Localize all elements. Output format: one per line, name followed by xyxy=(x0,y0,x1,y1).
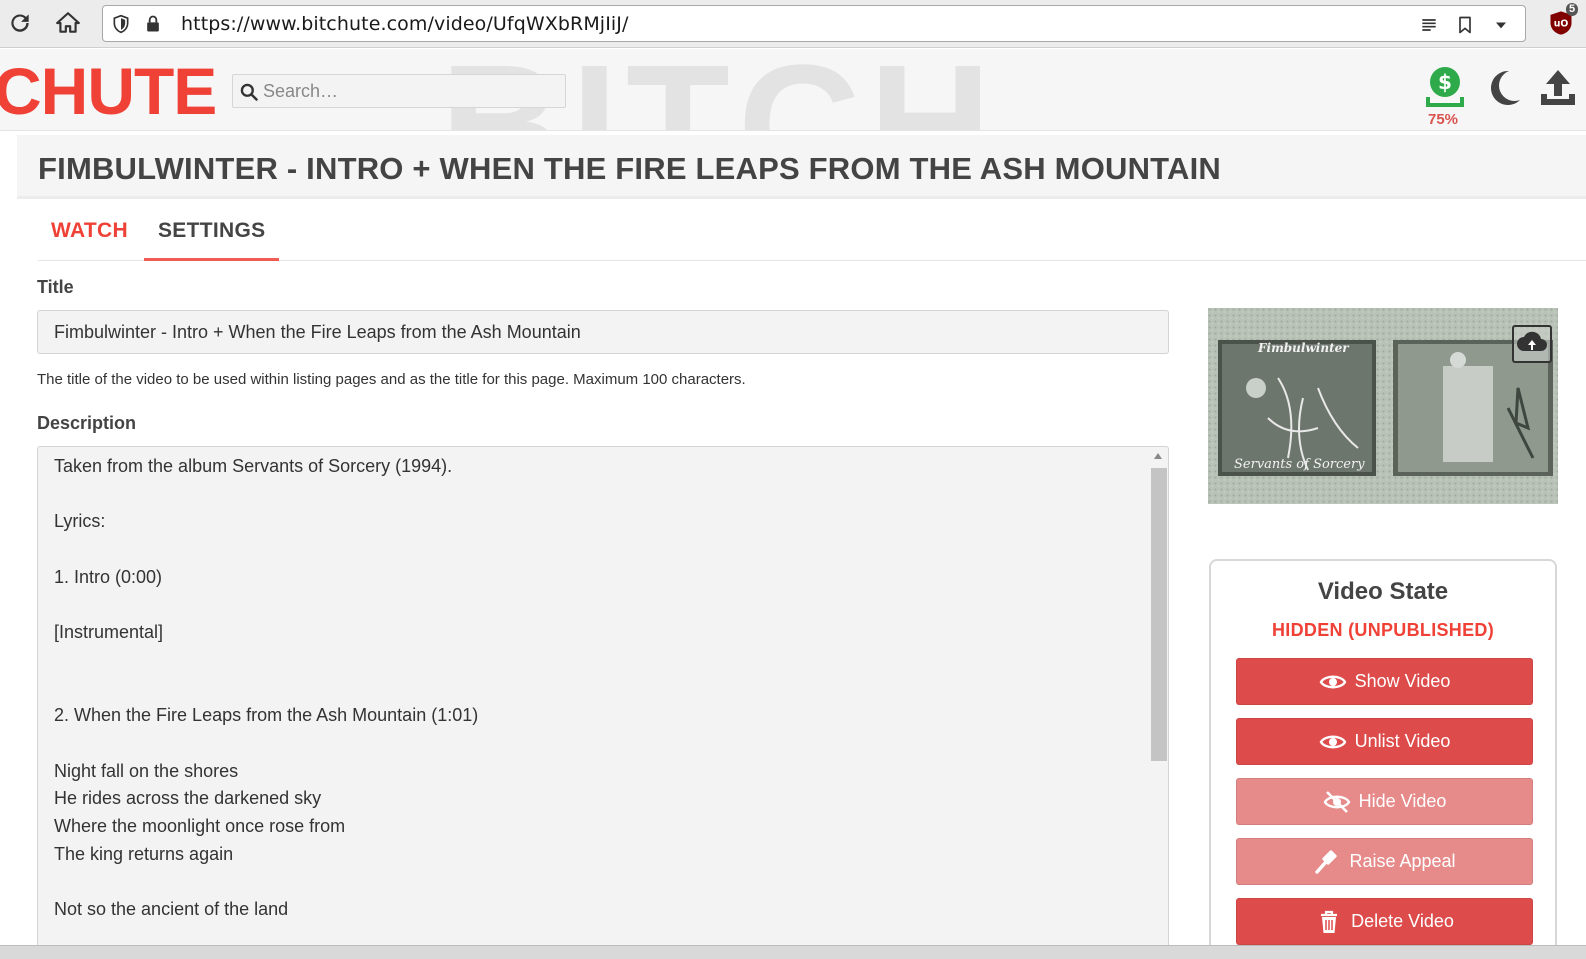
shield-icon xyxy=(113,14,129,34)
hide-video-button[interactable]: Hide Video xyxy=(1236,778,1533,825)
svg-text:uO: uO xyxy=(1554,19,1569,30)
tip-percentage: 75% xyxy=(1428,111,1459,128)
search-box[interactable] xyxy=(232,74,566,108)
description-textarea[interactable]: Taken from the album Servants of Sorcery… xyxy=(37,446,1169,959)
tab-settings[interactable]: SETTINGS xyxy=(158,219,265,243)
change-thumbnail-button[interactable] xyxy=(1512,325,1552,363)
gavel-icon xyxy=(1315,849,1338,874)
site-logo[interactable]: CHUTE xyxy=(0,53,217,129)
video-thumbnail: Fimbulwinter Servants of Sorcery xyxy=(1208,308,1558,504)
tab-bar: WATCH SETTINGS xyxy=(38,215,1586,261)
show-video-button[interactable]: Show Video xyxy=(1236,658,1533,705)
description-text[interactable]: Taken from the album Servants of Sorcery… xyxy=(54,453,1134,924)
video-state-status: HIDDEN (UNPUBLISHED) xyxy=(1272,620,1494,640)
tip-money-icon[interactable]: $ xyxy=(1425,66,1465,110)
cloud-upload-icon xyxy=(1517,331,1547,351)
title-help-text: The title of the video to be used within… xyxy=(37,371,746,388)
raise-appeal-label: Raise Appeal xyxy=(1349,851,1456,871)
unlist-video-button[interactable]: Unlist Video xyxy=(1236,718,1533,765)
raise-appeal-button[interactable]: Raise Appeal xyxy=(1236,838,1533,885)
thumbnail-album-subtitle: Servants of Sorcery xyxy=(1234,457,1365,472)
bookmark-icon[interactable] xyxy=(1455,15,1475,35)
url-text: https://www.bitchute.com/video/UfqWXbRMj… xyxy=(181,13,629,35)
tab-watch[interactable]: WATCH xyxy=(51,219,128,243)
thumbnail-artwork: Fimbulwinter Servants of Sorcery xyxy=(1208,308,1558,504)
scroll-thumb[interactable] xyxy=(1151,468,1167,761)
show-video-label: Show Video xyxy=(1354,671,1451,691)
scroll-up-arrow[interactable] xyxy=(1154,453,1162,459)
moon-icon[interactable] xyxy=(1483,68,1523,108)
page-title: FIMBULWINTER - INTRO + WHEN THE FIRE LEA… xyxy=(38,151,1222,186)
delete-video-label: Delete Video xyxy=(1351,911,1454,931)
description-scrollbar[interactable] xyxy=(1149,448,1167,959)
title-input[interactable] xyxy=(37,310,1169,354)
active-tab-indicator xyxy=(144,258,279,261)
hide-video-label: Hide Video xyxy=(1358,791,1447,811)
address-bar[interactable]: https://www.bitchute.com/video/UfqWXbRMj… xyxy=(102,5,1526,42)
reload-button[interactable] xyxy=(2,6,38,40)
dropdown-icon[interactable] xyxy=(1491,15,1511,35)
description-label: Description xyxy=(37,413,137,433)
video-state-heading: Video State xyxy=(1317,578,1449,605)
upload-icon[interactable] xyxy=(1537,68,1579,108)
lock-icon xyxy=(147,15,159,32)
eye-icon xyxy=(1319,735,1347,748)
title-bar: FIMBULWINTER - INTRO + WHEN THE FIRE LEA… xyxy=(17,135,1586,199)
thumbnail-album-text: Fimbulwinter xyxy=(1257,341,1350,355)
site-header: BITCH CHUTE $ 75% xyxy=(0,49,1586,131)
browser-toolbar: https://www.bitchute.com/video/UfqWXbRMj… xyxy=(0,0,1586,48)
home-button[interactable] xyxy=(50,6,86,40)
eye-slash-icon xyxy=(1323,790,1351,813)
svg-text:$: $ xyxy=(1438,70,1452,94)
trash-icon xyxy=(1321,910,1338,933)
video-state-panel: Video State HIDDEN (UNPUBLISHED) Show Vi… xyxy=(1209,559,1557,959)
extension-badge: 5 xyxy=(1566,3,1579,16)
unlist-video-label: Unlist Video xyxy=(1354,731,1451,751)
home-icon xyxy=(56,12,80,33)
search-input[interactable] xyxy=(263,79,553,103)
delete-video-button[interactable]: Delete Video xyxy=(1236,898,1533,945)
eye-icon xyxy=(1319,675,1347,688)
search-icon xyxy=(240,83,258,101)
reload-icon xyxy=(11,14,29,32)
title-label: Title xyxy=(37,277,74,297)
reader-view-icon[interactable] xyxy=(1419,15,1439,35)
browser-status-strip xyxy=(0,945,1586,959)
video-settings-page: FIMBULWINTER - INTRO + WHEN THE FIRE LEA… xyxy=(17,135,1586,959)
